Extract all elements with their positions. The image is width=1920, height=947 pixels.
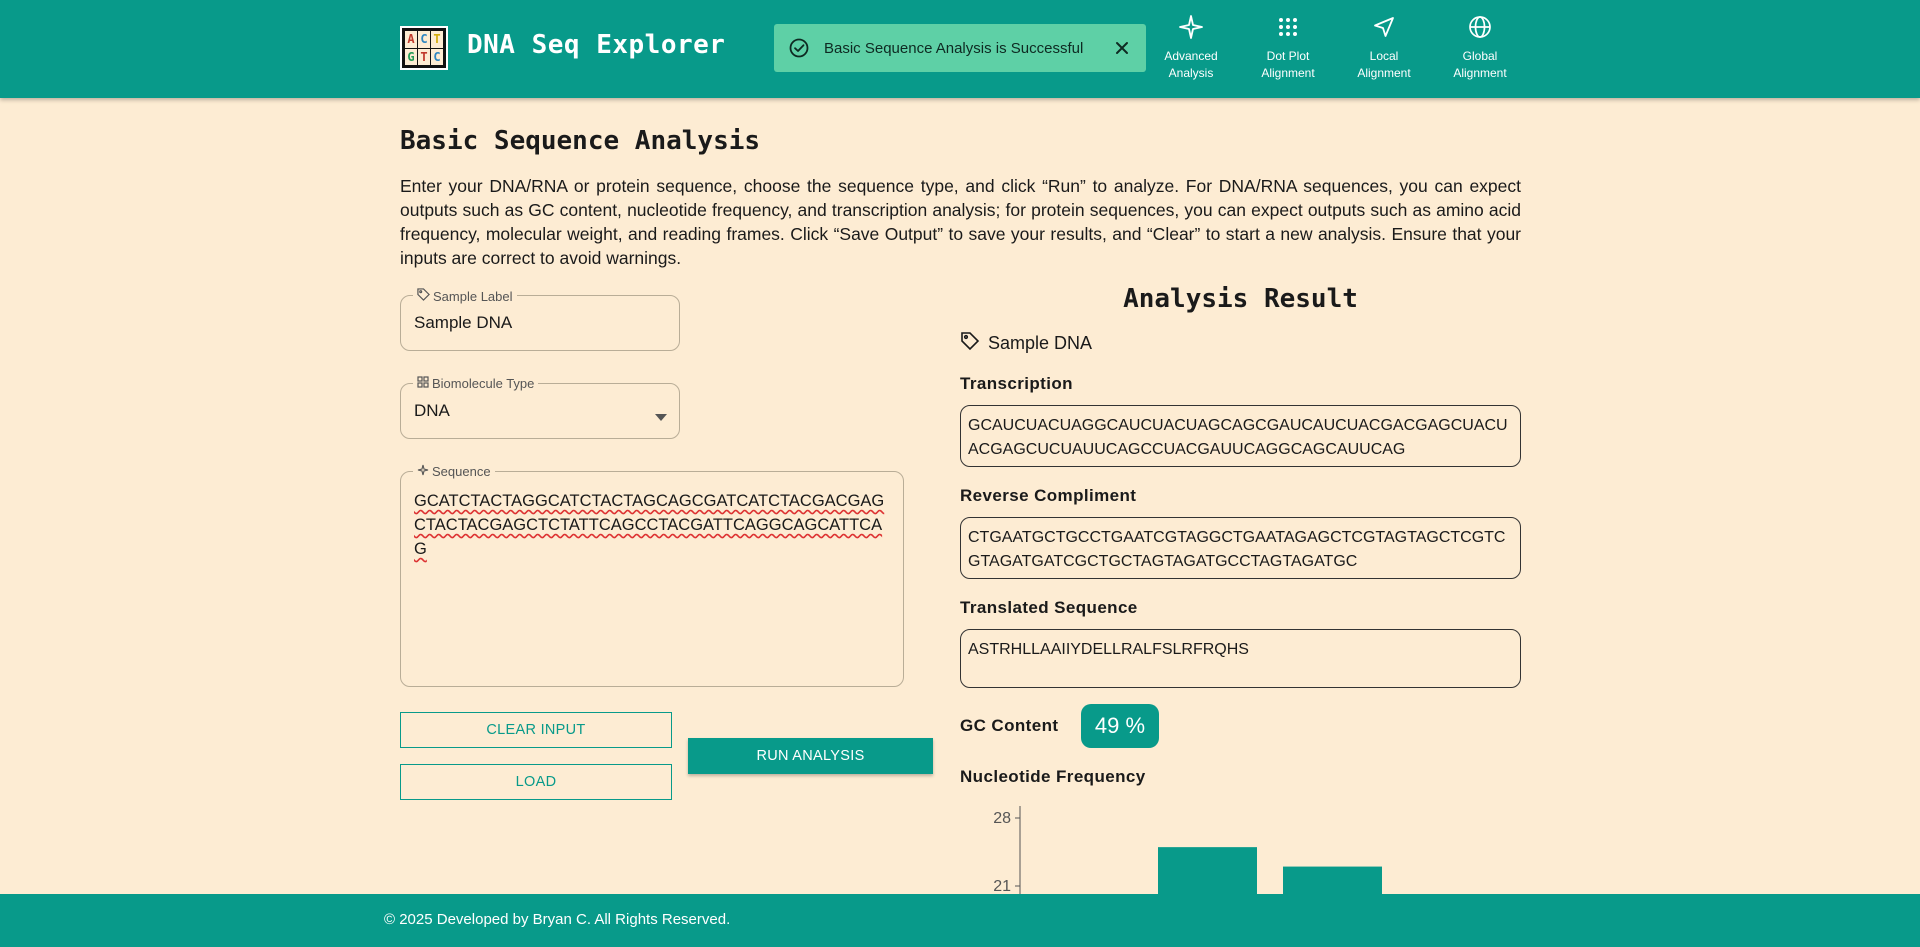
- logo-letter: T: [418, 48, 430, 65]
- app-logo[interactable]: A C T G T C: [400, 26, 448, 70]
- success-toast: Basic Sequence Analysis is Successful: [774, 24, 1146, 72]
- sample-label-field[interactable]: Sample Label Sample DNA: [400, 288, 680, 351]
- close-icon[interactable]: [1112, 38, 1132, 58]
- load-button[interactable]: LOAD: [400, 764, 672, 800]
- biomolecule-type-value: DNA: [414, 401, 450, 420]
- nucleotide-frequency-chart: 21 28: [993, 806, 1382, 894]
- frequency-bar: [1283, 866, 1382, 894]
- logo-letter: A: [405, 31, 417, 48]
- nav-label: Advanced: [1164, 49, 1218, 63]
- sample-label-input[interactable]: Sample DNA: [414, 313, 512, 333]
- grid-dots-icon: [1242, 14, 1334, 40]
- footer-copyright: © 2025 Developed by Bryan C. All Rights …: [384, 911, 731, 928]
- globe-icon: [1434, 14, 1526, 40]
- logo-letter: G: [405, 48, 417, 65]
- result-sample-name: Sample DNA: [988, 333, 1093, 353]
- transcription-label: Transcription: [960, 374, 1073, 393]
- reverse-compliment-output: CTGAATGCTGCCTGAATCGTAGGCTGAATAGAGCTCGTAG…: [960, 517, 1521, 579]
- translated-sequence-label: Translated Sequence: [960, 598, 1138, 617]
- transcription-output: GCAUCUACUAGGCAUCUACUAGCAGCGAUCAUCUACGACG…: [960, 405, 1521, 467]
- navigation-arrow-icon: [1338, 14, 1430, 40]
- translated-sequence-output: ASTRHLLAAIIYDELLRALFSLRFRQHS: [960, 629, 1521, 688]
- app-header: A C T G T C DNA Seq Explorer Basic Seque…: [0, 0, 1920, 98]
- field-legend: Sequence: [432, 464, 491, 479]
- app-footer: © 2025 Developed by Bryan C. All Rights …: [0, 894, 1920, 947]
- y-tick-label: 21: [993, 878, 1011, 894]
- field-legend: Sample Label: [433, 288, 513, 304]
- nav-label: Local: [1369, 49, 1399, 63]
- sequence-field[interactable]: Sequence GCATCTACTAGGCATCTACTAGCAGCGATCA…: [400, 464, 904, 687]
- nucleotide-frequency-label: Nucleotide Frequency: [960, 767, 1146, 786]
- biomolecule-type-select[interactable]: Biomolecule Type DNA: [400, 376, 680, 439]
- analysis-result-title: Analysis Result: [1123, 284, 1358, 314]
- nav-label: Alignment: [1261, 66, 1315, 80]
- logo-letter: C: [431, 48, 443, 65]
- run-analysis-button[interactable]: RUN ANALYSIS: [688, 738, 933, 774]
- app-title[interactable]: DNA Seq Explorer: [467, 30, 725, 60]
- result-sample-label: Sample DNA: [960, 331, 1092, 356]
- nav-local-alignment[interactable]: Local Alignment: [1338, 14, 1430, 82]
- y-tick-label: 28: [993, 810, 1011, 827]
- page-description: Enter your DNA/RNA or protein sequence, …: [400, 176, 1521, 268]
- nav-dot-plot-alignment[interactable]: Dot Plot Alignment: [1242, 14, 1334, 82]
- gc-content-label: GC Content: [960, 716, 1059, 735]
- toast-message: Basic Sequence Analysis is Successful: [824, 39, 1084, 57]
- logo-letter: T: [431, 31, 443, 48]
- nav-label: Global: [1462, 49, 1498, 63]
- tag-icon: [417, 288, 430, 304]
- check-circle-icon: [788, 37, 810, 59]
- sequence-textarea[interactable]: GCATCTACTAGGCATCTACTAGCAGCGATCATCTACGACG…: [414, 489, 893, 561]
- sparkle-icon: [417, 464, 429, 479]
- page-title: Basic Sequence Analysis: [400, 126, 761, 156]
- clear-input-button[interactable]: CLEAR INPUT: [400, 712, 672, 748]
- logo-letter: C: [418, 31, 430, 48]
- nav-advanced-analysis[interactable]: Advanced Analysis: [1145, 14, 1237, 82]
- gc-content-badge: 49 %: [1081, 704, 1159, 748]
- molecule-icon: [417, 376, 429, 391]
- chevron-down-icon[interactable]: [655, 408, 667, 426]
- field-legend: Biomolecule Type: [432, 376, 535, 391]
- nav-label: Alignment: [1453, 66, 1507, 80]
- reverse-compliment-label: Reverse Compliment: [960, 486, 1137, 505]
- nav-global-alignment[interactable]: Global Alignment: [1434, 14, 1526, 82]
- frequency-bar: [1158, 847, 1257, 894]
- tag-icon: [960, 331, 980, 356]
- nav-label: Analysis: [1168, 66, 1214, 80]
- sparkle-icon: [1145, 14, 1237, 40]
- nav-label: Alignment: [1357, 66, 1411, 80]
- nav-label: Dot Plot: [1266, 49, 1310, 63]
